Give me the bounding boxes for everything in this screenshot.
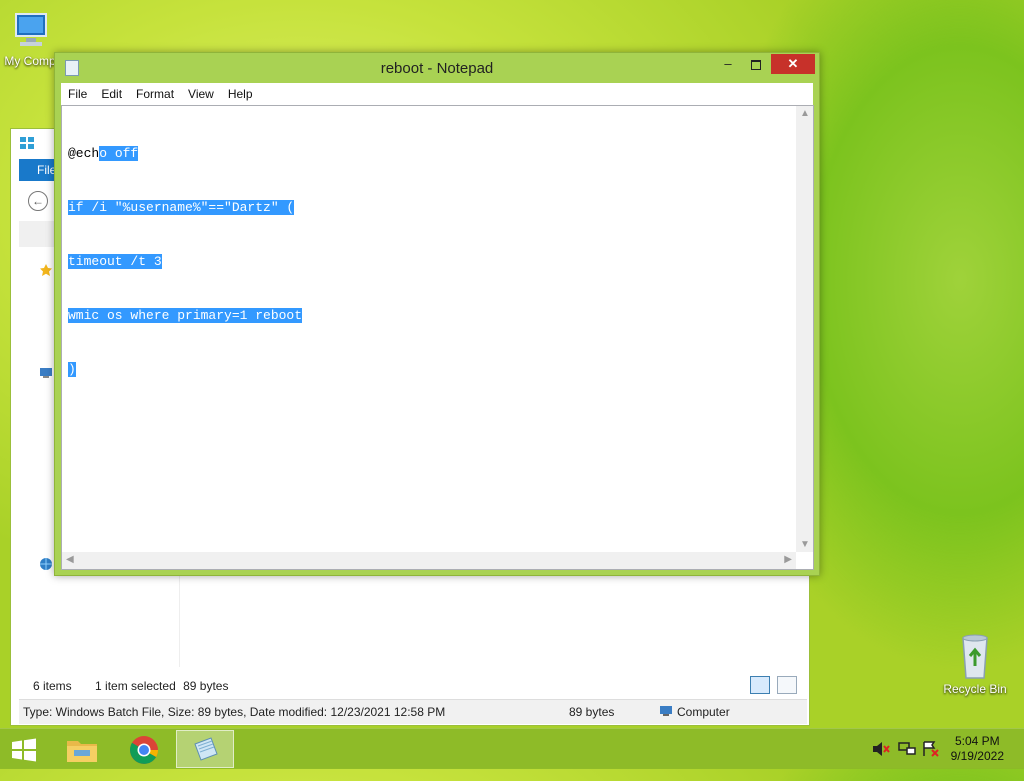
taskbar-notepad[interactable] [176, 730, 234, 768]
menu-help[interactable]: Help [221, 83, 260, 105]
item-count: 6 items [33, 679, 72, 693]
notepad-window[interactable]: reboot - Notepad – ✕ File Edit Format View H… [54, 52, 820, 576]
notepad-icon [194, 737, 218, 761]
scroll-right-arrow-icon[interactable]: ▶ [784, 554, 792, 565]
selection-count: 1 item selected [95, 679, 176, 693]
menu-format[interactable]: Format [129, 83, 181, 105]
details-view-button[interactable] [749, 676, 770, 694]
code-line: ) [68, 361, 302, 379]
close-button[interactable]: ✕ [771, 54, 815, 74]
location-label: Computer [677, 705, 730, 719]
code-line: if /i "%username%"=="Dartz" ( [68, 199, 302, 217]
vertical-scrollbar[interactable]: ▲ ▼ [796, 106, 813, 552]
network-icon [898, 742, 916, 755]
selected-text: ) [68, 362, 76, 377]
menu-file[interactable]: File [61, 83, 94, 105]
window-title: reboot - Notepad [380, 60, 494, 77]
file-explorer-icon [67, 741, 97, 762]
speaker-muted-icon [873, 742, 890, 756]
network-icon [40, 558, 52, 570]
tray-action-center[interactable] [922, 741, 940, 781]
code-line: wmic os where primary=1 reboot [68, 307, 303, 325]
explorer-status-row: 6 items 1 item selected 89 bytes [33, 679, 242, 693]
explorer-app-icon [20, 137, 34, 149]
desktop-icon-label: Recycle Bin [943, 682, 1007, 696]
minimize-button[interactable]: – [715, 54, 741, 74]
favorites-star-icon [40, 264, 52, 276]
scroll-up-arrow-icon[interactable]: ▲ [800, 108, 810, 119]
tray-volume[interactable] [872, 741, 890, 781]
windows-start-icon [12, 738, 36, 762]
taskbar-chrome[interactable] [116, 730, 172, 768]
text-editor[interactable]: @echo off if /i "%username%"=="Dartz" ( … [61, 105, 814, 570]
scroll-left-arrow-icon[interactable]: ◀ [66, 554, 74, 565]
selected-text: wmic os where primary=1 reboot [68, 308, 303, 323]
action-center-icon [923, 741, 939, 757]
file-size-text: 89 bytes [569, 705, 615, 719]
details-infobar: Type: Windows Batch File, Size: 89 bytes… [19, 699, 807, 724]
view-switcher [746, 676, 797, 694]
title-bar[interactable]: reboot - Notepad – ✕ [55, 53, 819, 83]
selected-text: timeout /t 3 [68, 254, 162, 269]
taskbar-file-explorer[interactable] [54, 730, 110, 768]
recycle-bin-icon [962, 634, 988, 679]
location-zone: Computer [659, 700, 730, 724]
selection-size: 89 bytes [183, 679, 229, 693]
maximize-button[interactable] [743, 54, 769, 74]
desktop-icon-label: My Comp [4, 54, 56, 68]
selected-text: o off [99, 146, 139, 161]
clock-time: 5:04 PM [954, 734, 1000, 748]
file-details-text: Type: Windows Batch File, Size: 89 bytes… [23, 705, 446, 719]
desktop-icon-recycle-bin[interactable]: Recycle Bin [936, 632, 1014, 696]
maximize-icon [751, 60, 761, 70]
computer-icon [40, 368, 52, 378]
start-button[interactable] [0, 730, 48, 768]
address-bar[interactable] [19, 221, 59, 247]
taskbar: 5:04 PM 9/19/2022 [0, 728, 1024, 769]
unselected-text: @ech [68, 146, 100, 161]
taskbar-clock[interactable]: 5:04 PM 9/19/2022 [951, 734, 1004, 764]
code-line: @echo off [68, 145, 302, 163]
editor-text: @echo off if /i "%username%"=="Dartz" ( … [68, 109, 303, 415]
computer-icon [15, 13, 47, 46]
menu-edit[interactable]: Edit [94, 83, 129, 105]
back-button[interactable]: ← [28, 191, 48, 211]
code-line: timeout /t 3 [68, 253, 302, 271]
chrome-icon [130, 736, 158, 764]
menu-view[interactable]: View [181, 83, 221, 105]
menu-bar: File Edit Format View Help [61, 83, 813, 105]
clock-date: 9/19/2022 [950, 749, 1004, 763]
large-icons-view-button[interactable] [777, 676, 797, 694]
scroll-down-arrow-icon[interactable]: ▼ [800, 539, 810, 550]
desktop-icon-my-computer[interactable]: My Comp [0, 12, 60, 68]
computer-icon [660, 706, 672, 716]
horizontal-scrollbar[interactable]: ◀ ▶ [62, 552, 796, 569]
selected-text: if /i "%username%"=="Dartz" ( [68, 200, 295, 215]
tray-network[interactable] [898, 741, 916, 781]
